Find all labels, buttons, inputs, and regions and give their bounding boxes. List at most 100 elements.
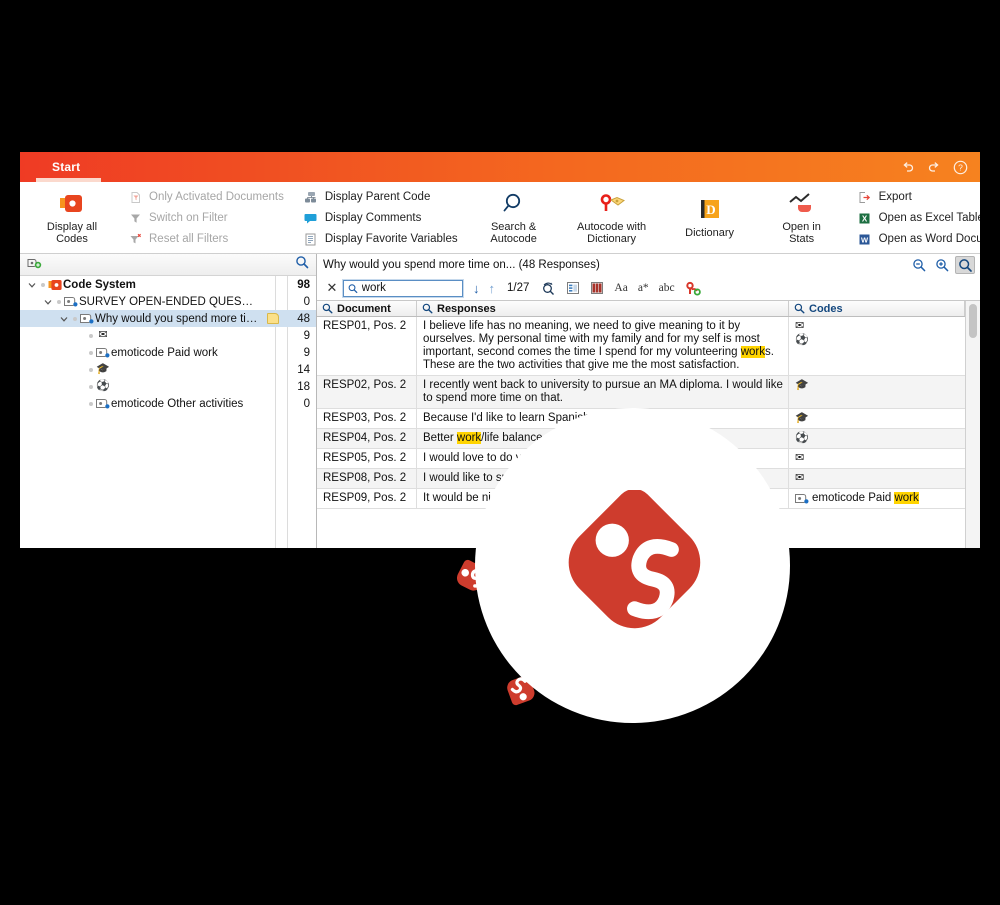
table-row[interactable]: RESP04, Pos. 2 Better work/life balance.… [317,429,965,449]
tree-activation-dot[interactable] [86,401,95,406]
find-next-icon[interactable]: ↓ [473,282,480,295]
cell-response: Because I'd like to learn Spanish [417,409,789,428]
open-as-word-document-item[interactable]: W Open as Word Document [858,232,980,247]
svg-text:W: W [861,235,869,244]
display-comments-item[interactable]: Display Comments [304,211,458,226]
tree-item[interactable]: SURVEY OPEN-ENDED QUESTIONS 0 [20,293,316,310]
tree-item[interactable]: 🎓 14 [20,361,316,378]
tree-expander[interactable] [26,281,38,289]
responses-table-wrapper: Document Responses Codes RESP01, Pos. 2 … [317,300,980,548]
scrollbar-thumb[interactable] [969,304,977,338]
memo-icon[interactable] [267,313,279,324]
search-highlight: work [740,346,765,358]
responses-header: Why would you spend more time on... (48 … [317,254,980,276]
tree-activation-dot[interactable] [86,367,95,372]
reset-all-filters-item[interactable]: Reset all Filters [128,232,284,247]
tree-item-label: emoticode Paid work [111,346,218,359]
tree-item[interactable]: Why would you spend more time on... 48 [20,310,316,327]
undo-icon[interactable] [901,160,915,174]
emoticode-icon[interactable]: ⚽ [795,334,809,347]
ribbon-group-dictionary: D Dictionary [664,182,756,254]
responses-scrollbar[interactable] [965,301,980,548]
redo-icon[interactable] [927,160,941,174]
window-quick-actions: ? [901,152,968,182]
tree-item[interactable]: ✉ 9 [20,327,316,344]
table-row[interactable]: RESP03, Pos. 2 Because I'd like to learn… [317,409,965,429]
tree-item[interactable]: emoticode Paid work 9 [20,344,316,361]
emoticode-icon[interactable]: ✉ [795,320,809,333]
search-input-wrapper[interactable] [343,279,463,297]
switch-on-filter-item[interactable]: Switch on Filter [128,211,284,226]
responses-zoom-controls [909,256,975,274]
emoticode-icon[interactable]: 🎓 [795,412,809,425]
close-search-icon[interactable]: ✕ [323,280,341,296]
column-header-responses[interactable]: Responses [417,301,789,316]
wildcard-icon[interactable]: a* [638,280,649,296]
tree-expander[interactable] [42,298,54,306]
match-case-icon[interactable]: Aa [614,280,627,296]
tree-activation-dot[interactable] [38,282,47,287]
emoticode-icon[interactable]: 🎓 [795,379,809,392]
dictionary-button[interactable]: D Dictionary [674,183,746,253]
emoticode-icon[interactable]: ✉ [795,472,804,485]
tree-expander[interactable] [58,315,70,323]
open-as-excel-table-item[interactable]: X Open as Excel Table [858,211,980,226]
autocode-with-dictionary-button[interactable]: Autocode with Dictionary [570,183,654,253]
cell-response: I would love to do volunhe time to do it… [417,449,789,468]
tree-item-label: Code System [63,278,136,291]
search-input[interactable] [361,282,458,294]
tree-item-count: 48 [297,312,310,325]
display-all-codes-button[interactable]: Display all Codes [36,183,108,253]
display-all-codes-label-2: Codes [56,233,88,245]
tree-activation-dot[interactable] [86,333,95,338]
search-settings-icon[interactable] [541,280,556,296]
code-chip[interactable]: emoticode Paid work [795,492,919,505]
export-item[interactable]: Export [858,190,980,205]
tree-activation-dot[interactable] [86,384,95,389]
search-icon[interactable] [295,255,309,274]
emoticode-icon: 🎓 [96,363,110,375]
column-header-codes[interactable]: Codes [789,301,965,316]
search-and-autocode-button[interactable]: Search & Autocode [478,183,550,253]
cell-document: RESP03, Pos. 2 [317,409,417,428]
zoom-out-icon[interactable] [909,256,929,274]
tag-small-right-upper [737,555,785,603]
cell-codes: emoticode Paid work [789,489,965,508]
tree-item[interactable]: emoticode Other activities 0 [20,395,316,412]
display-parent-code-item[interactable]: Display Parent Code [304,190,458,205]
table-view-icon[interactable] [566,280,580,296]
open-in-stats-button[interactable]: Open in Stats [766,183,838,253]
tree-activation-dot[interactable] [70,316,79,321]
switch-on-filter-label: Switch on Filter [149,212,228,224]
code-system-tree[interactable]: Code System 98 SURVEY OPEN-ENDED QUESTIO… [20,276,316,548]
only-activated-documents-item[interactable]: Only Activated Documents [128,190,284,205]
tree-activation-dot[interactable] [86,350,95,355]
table-row[interactable]: RESP05, Pos. 2 I would love to do volunh… [317,449,965,469]
code-system-toolbar [20,254,316,276]
tree-activation-dot[interactable] [54,299,63,304]
find-previous-icon[interactable]: ↑ [489,282,496,295]
emoticode-icon[interactable]: ⚽ [795,432,809,445]
whole-word-icon[interactable]: abc [659,280,675,296]
ribbon-group-filters: Only Activated Documents Switch on Filte… [118,182,294,254]
display-favorite-variables-item[interactable]: Display Favorite Variables [304,232,458,247]
autocode-icon[interactable] [685,280,701,296]
help-icon[interactable]: ? [953,160,968,175]
tree-item[interactable]: Code System 98 [20,276,316,293]
new-code-icon[interactable] [27,256,42,274]
table-row[interactable]: RESP02, Pos. 2 I recently went back to u… [317,376,965,409]
display-favorite-variables-label: Display Favorite Variables [324,233,458,245]
comment-bubble-icon [304,211,318,225]
emoticode-icon[interactable]: ✉ [795,452,804,465]
open-in-stats-label-2: Stats [789,233,815,245]
column-view-icon[interactable] [590,280,604,296]
table-row[interactable]: RESP01, Pos. 2 I believe life has no mea… [317,317,965,376]
column-header-document[interactable]: Document [317,301,417,316]
search-icon[interactable] [955,256,975,274]
tree-item[interactable]: ⚽ 18 [20,378,316,395]
ribbon-group-export: Export X Open as Excel Table W Open as W… [848,182,980,254]
table-row[interactable]: RESP09, Pos. 2 It would be nicallowed to… [317,489,965,509]
tree-memo-cell[interactable] [260,313,286,324]
table-row[interactable]: RESP08, Pos. 2 I would like to spedevelo… [317,469,965,489]
zoom-in-icon[interactable] [932,256,952,274]
